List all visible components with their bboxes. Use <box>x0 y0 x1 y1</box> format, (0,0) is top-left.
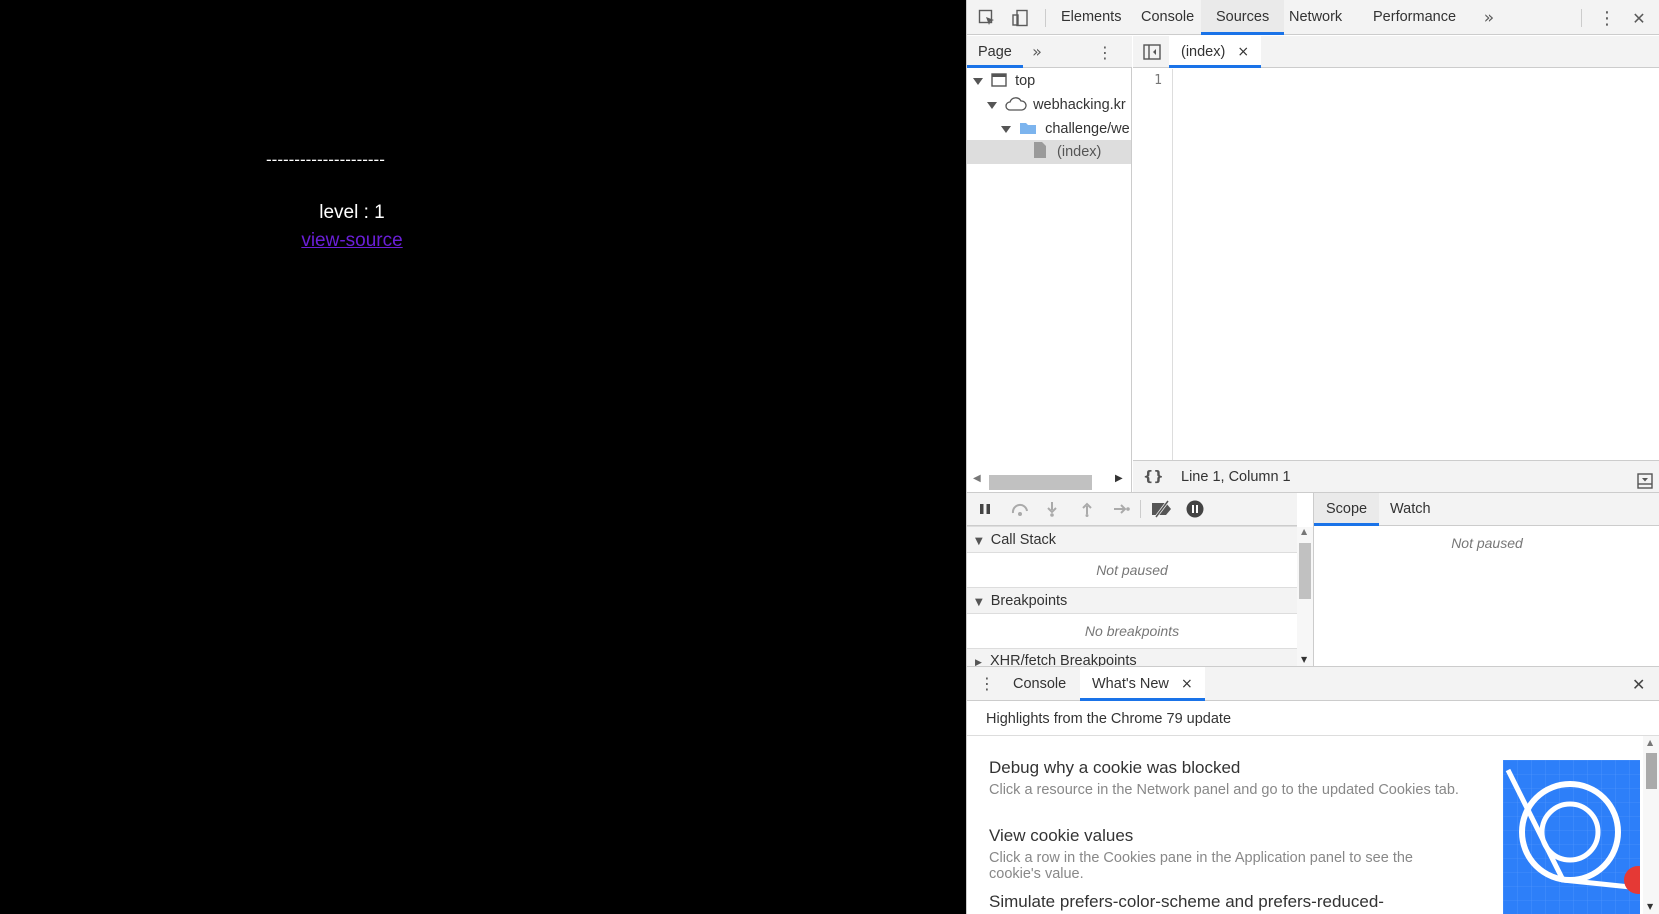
tab-console[interactable]: Console <box>1126 0 1209 35</box>
pause-icon[interactable] <box>978 502 992 519</box>
devtools-toolbar: Elements Console Sources Network Perform… <box>967 0 1659 35</box>
expand-icon <box>1001 125 1011 133</box>
toggle-navigator-icon[interactable] <box>1142 42 1162 62</box>
step-over-icon[interactable] <box>1010 501 1030 520</box>
drawer-tab-whats-new[interactable]: What's New × <box>1080 667 1205 701</box>
tab-scope[interactable]: Scope <box>1314 493 1380 526</box>
breakpoints-body: No breakpoints <box>1084 623 1180 639</box>
item-body: Click a row in the Cookies pane in the A… <box>989 850 1413 882</box>
tree-item-index[interactable]: (index) <box>967 140 1131 164</box>
tab-sources[interactable]: Sources <box>1201 0 1285 35</box>
tab-page[interactable]: Page <box>967 36 1023 68</box>
drawer-menu-icon[interactable]: ⋮ <box>979 674 995 693</box>
tab-watch[interactable]: Watch <box>1378 493 1443 526</box>
close-devtools-icon[interactable]: ✕ <box>1629 8 1649 28</box>
devtools-panel: Elements Console Sources Network Perform… <box>966 0 1659 914</box>
close-drawer-icon[interactable]: ✕ <box>1632 675 1645 694</box>
line-number-gutter: 1 <box>1133 69 1173 461</box>
level-text: level : 1 <box>319 202 385 223</box>
tab-performance[interactable]: Performance <box>1358 0 1471 35</box>
debugger-toolbar <box>967 493 1297 526</box>
debugger-pane: ▼ Call Stack Not paused ▼ Breakpoints No… <box>967 492 1659 667</box>
tab-network[interactable]: Network <box>1274 0 1357 35</box>
item-title[interactable]: Debug why a cookie was blocked <box>989 758 1459 778</box>
whats-new-subtitle: Highlights from the Chrome 79 update <box>967 702 1659 736</box>
item-body: Click a resource in the Network panel an… <box>989 782 1459 798</box>
collapse-icon: ▼ <box>975 597 983 608</box>
tree-item-folder[interactable]: challenge/we <box>967 117 1131 141</box>
step-into-icon[interactable] <box>1046 501 1058 520</box>
tree-item-top[interactable]: top <box>967 69 1131 93</box>
more-tabs-icon[interactable]: » <box>1479 8 1499 28</box>
call-stack-body: Not paused <box>1096 562 1168 578</box>
expand-icon <box>973 77 983 85</box>
chrome-update-banner[interactable] <box>1503 760 1640 914</box>
frame-icon <box>991 73 1007 89</box>
customize-menu-icon[interactable]: ⋮ <box>1597 8 1617 29</box>
webpage-viewport: --------------------- level : 1 view-sou… <box>0 0 966 914</box>
close-tab-icon[interactable]: × <box>1237 44 1249 60</box>
whats-new-item[interactable]: Simulate prefers-color-scheme and prefer… <box>989 892 1459 914</box>
item-title[interactable]: View cookie values <box>989 826 1459 846</box>
deactivate-breakpoints-icon[interactable] <box>1150 500 1174 521</box>
navigator-horizontal-scrollbar[interactable]: ◀ ▶ <box>967 468 1131 492</box>
scope-body: Not paused <box>1451 535 1523 551</box>
drawer-panel: ⋮ Console What's New × ✕ Highlights from… <box>967 666 1659 914</box>
device-toolbar-icon[interactable] <box>1010 8 1030 28</box>
tab-elements[interactable]: Elements <box>1046 0 1136 35</box>
call-stack-header[interactable]: ▼ Call Stack <box>967 526 1297 553</box>
expand-icon <box>987 101 997 109</box>
dash-separator: --------------------- <box>266 150 385 169</box>
drawer-tab-console[interactable]: Console <box>1001 667 1078 701</box>
tree-item-domain[interactable]: webhacking.kr <box>967 93 1131 117</box>
cloud-icon <box>1005 97 1027 113</box>
step-icon[interactable] <box>1113 501 1131 520</box>
pause-on-exceptions-icon[interactable] <box>1186 500 1204 521</box>
file-icon <box>1033 142 1047 160</box>
step-out-icon[interactable] <box>1081 501 1093 520</box>
collapse-icon: ▼ <box>975 536 983 547</box>
editor-status-bar: {} Line 1, Column 1 <box>1133 460 1659 492</box>
navigator-more-icon[interactable]: » <box>1027 41 1047 61</box>
view-source-link[interactable]: view-source <box>301 230 402 251</box>
navigator-menu-icon[interactable]: ⋮ <box>1095 42 1115 62</box>
whats-new-scrollbar[interactable]: ▲ ▼ <box>1643 736 1659 914</box>
whats-new-item[interactable]: Debug why a cookie was blocked Click a r… <box>989 758 1459 798</box>
whats-new-item[interactable]: View cookie values Click a row in the Co… <box>989 826 1459 882</box>
inspect-element-icon[interactable] <box>977 8 997 28</box>
breakpoints-header[interactable]: ▼ Breakpoints <box>967 587 1297 614</box>
item-title[interactable]: Simulate prefers-color-scheme and prefer… <box>989 892 1459 912</box>
pretty-print-icon[interactable]: {} <box>1143 461 1164 493</box>
cursor-position: Line 1, Column 1 <box>1181 469 1291 485</box>
folder-icon <box>1019 121 1037 137</box>
xhr-breakpoints-header[interactable]: ▶ XHR/fetch Breakpoints <box>967 648 1297 667</box>
source-editor: (index) × 1 {} Line 1, Column 1 <box>1133 36 1659 492</box>
editor-tab-index[interactable]: (index) × <box>1169 36 1262 68</box>
debugger-vertical-scrollbar[interactable]: ▲ ▼ <box>1297 527 1313 667</box>
scope-watch-pane: Scope Watch Not paused <box>1314 493 1659 667</box>
close-tab-icon[interactable]: × <box>1181 676 1193 692</box>
file-navigator: Page » ⋮ top webhacking.kr challenge/we <box>967 36 1132 492</box>
